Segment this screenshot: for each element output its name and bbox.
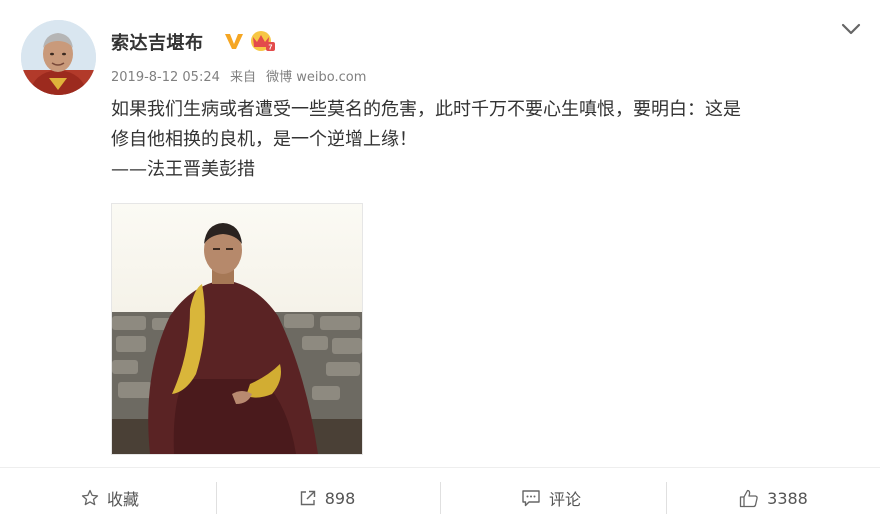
- favorite-label: 收藏: [106, 490, 139, 509]
- avatar[interactable]: [21, 20, 96, 95]
- repost-button[interactable]: 898: [217, 482, 437, 514]
- post-image[interactable]: [111, 203, 363, 455]
- like-count: 3388: [767, 488, 808, 508]
- post-text: 如果我们生病或者遭受一些莫名的危害，此时千万不要心生嗔恨，要明白：这是 修自他相…: [111, 95, 856, 185]
- post-source[interactable]: 微博 weibo.com: [266, 70, 366, 85]
- post-text-line: ——法王晋美彭措: [111, 159, 255, 180]
- post-timestamp[interactable]: 2019-8-12 05:24: [111, 70, 220, 85]
- post-text-line: 修自他相换的良机，是一个逆增上缘！: [111, 129, 417, 150]
- author-name[interactable]: 索达吉堪布: [111, 29, 204, 55]
- post-meta: 2019-8-12 05:24 来自 微博 weibo.com: [111, 66, 372, 85]
- like-button[interactable]: 3388: [667, 482, 880, 514]
- actions-divider: [0, 467, 880, 468]
- repost-count: 898: [324, 488, 356, 508]
- chevron-down-icon[interactable]: [838, 18, 864, 40]
- weibo-post-card: 索达吉堪布 7 2019-8-12 05:24 来自 微博 weibo.com …: [0, 0, 880, 519]
- share-arrow-icon: [300, 490, 315, 506]
- crown-badge-icon[interactable]: 7: [248, 27, 276, 53]
- favorite-button[interactable]: 收藏: [0, 482, 220, 514]
- verified-v-icon: [225, 34, 243, 49]
- svg-text:7: 7: [269, 45, 273, 52]
- thumbs-up-icon: [739, 489, 758, 507]
- comment-icon: [522, 490, 540, 507]
- star-icon: [81, 489, 99, 506]
- comment-label: 评论: [548, 490, 581, 509]
- comment-button[interactable]: 评论: [441, 482, 661, 514]
- source-prefix: 来自: [230, 70, 257, 85]
- post-text-line: 如果我们生病或者遭受一些莫名的危害，此时千万不要心生嗔恨，要明白：这是: [111, 99, 741, 120]
